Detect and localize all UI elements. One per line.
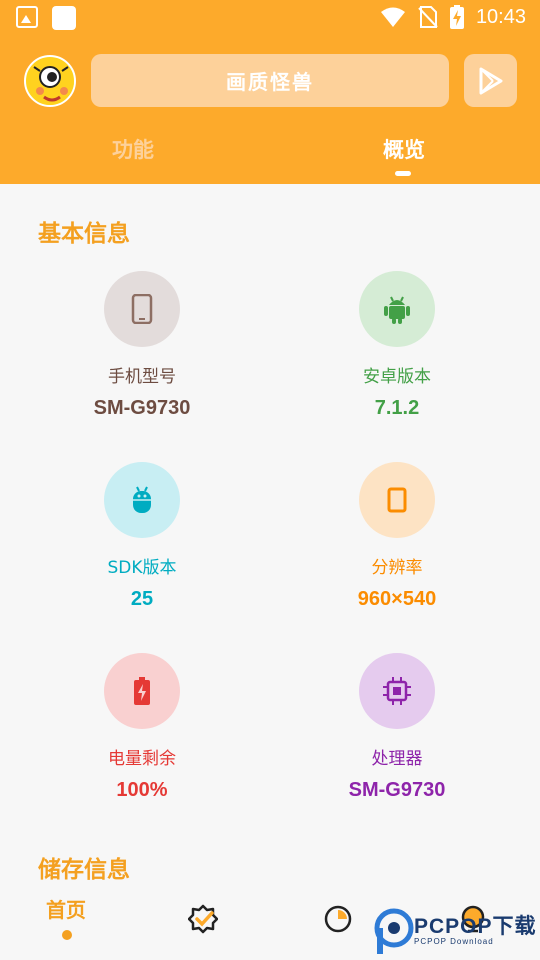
sdk-version-card: SDK版本 25 — [7, 462, 277, 611]
processor-label: 处理器 — [371, 749, 423, 769]
phone-icon — [104, 271, 180, 347]
verified-badge-icon[interactable] — [188, 904, 218, 934]
battery-charging-icon — [104, 653, 180, 729]
resolution-value: 960×540 — [357, 588, 437, 610]
android-version-card: 安卓版本 7.1.2 — [262, 271, 532, 420]
app-header: 10:43 画质怪兽 功能 概览 — [0, 0, 540, 184]
app-title: 画质怪兽 — [226, 70, 314, 94]
watermark-sub: PCPOP Download — [414, 937, 494, 946]
battery-card: 电量剩余 100% — [7, 653, 277, 802]
app-title-bar[interactable]: 画质怪兽 — [91, 54, 449, 107]
screen-icon — [359, 462, 435, 538]
wifi-icon — [380, 7, 405, 27]
nav-active-dot — [62, 930, 72, 940]
tab-overview[interactable]: 概览 — [383, 134, 425, 164]
android-head-icon — [104, 462, 180, 538]
android-version-label: 安卓版本 — [363, 367, 431, 387]
battery-charging-status-icon — [449, 5, 464, 29]
avatar[interactable] — [24, 55, 76, 107]
phone-model-card: 手机型号 SM-G9730 — [7, 271, 277, 420]
nav-home-label: 首页 — [46, 898, 86, 922]
resolution-card: 分辨率 960×540 — [262, 462, 532, 611]
play-icon — [479, 67, 502, 94]
gallery-notification-icon — [16, 6, 38, 28]
overview-content[interactable]: 基本信息 手机型号 SM-G9730 安卓版本 7.1.2 SDK版本 25 分… — [0, 184, 540, 883]
phone-model-label: 手机型号 — [108, 367, 176, 387]
active-tab-indicator — [395, 171, 411, 176]
resolution-label: 分辨率 — [371, 558, 423, 578]
processor-value: SM-G9730 — [348, 779, 446, 801]
watermark-brand: PCPOP下载 — [414, 915, 537, 938]
android-icon — [359, 271, 435, 347]
no-sim-icon — [418, 6, 438, 28]
android-version-value: 7.1.2 — [374, 397, 420, 419]
processor-card: 处理器 SM-G9730 — [262, 653, 532, 802]
tab-function[interactable]: 功能 — [112, 134, 154, 164]
battery-value: 100% — [116, 779, 168, 801]
sdk-version-label: SDK版本 — [107, 558, 177, 578]
basic-info-title: 基本信息 — [38, 221, 130, 247]
monster-avatar-icon — [30, 63, 74, 105]
app-notification-icon — [52, 6, 76, 30]
sdk-version-value: 25 — [130, 588, 154, 610]
status-bar: 10:43 — [0, 0, 540, 36]
pie-chart-icon[interactable] — [323, 904, 353, 934]
phone-model-value: SM-G9730 — [93, 397, 191, 419]
play-store-button[interactable] — [464, 54, 517, 107]
chip-icon — [359, 653, 435, 729]
pcpop-watermark: PCPOP下载 PCPOP Download — [374, 908, 540, 956]
status-time: 10:43 — [475, 5, 526, 28]
pcpop-logo-icon — [374, 908, 414, 954]
storage-info-title: 储存信息 — [38, 857, 130, 883]
battery-label: 电量剩余 — [108, 749, 176, 769]
